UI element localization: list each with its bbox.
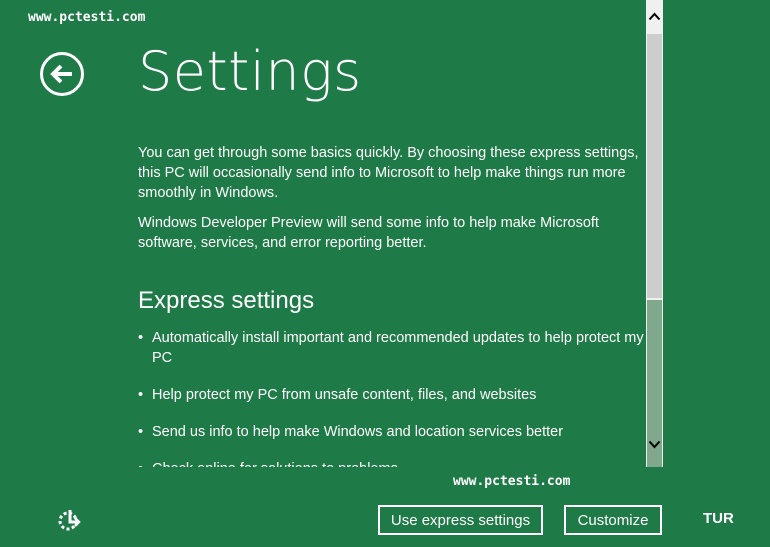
list-item-text: Check online for solutions to problems — [152, 459, 398, 467]
list-item-text: Automatically install important and reco… — [152, 330, 644, 366]
scroll-track[interactable] — [647, 34, 662, 298]
chevron-up-icon — [648, 12, 661, 21]
scroll-down-button[interactable] — [646, 436, 663, 453]
language-indicator[interactable]: TUR — [703, 510, 734, 527]
list-item-text: Send us info to help make Windows and lo… — [152, 424, 564, 440]
list-item-text: Help protect my PC from unsafe content, … — [152, 387, 537, 403]
back-button[interactable] — [40, 52, 84, 96]
list-item: •Check online for solutions to problems — [138, 459, 646, 467]
customize-button[interactable]: Customize — [564, 505, 662, 535]
list-item: • Help protect my PC from unsafe content,… — [138, 387, 537, 403]
intro-paragraph: You can get through some basics quickly.… — [138, 145, 639, 201]
intro-paragraph-2: Windows Developer Preview will send some… — [138, 215, 599, 251]
watermark-top: www.pctesti.com — [28, 10, 146, 25]
page-title: Settings — [138, 40, 362, 103]
watermark-bottom: www.pctesti.com — [453, 474, 571, 489]
express-settings-heading: Express settings — [138, 287, 315, 314]
ease-of-access-button[interactable] — [55, 506, 83, 534]
settings-content: You can get through some basics quickly.… — [0, 130, 646, 467]
scroll-up-button[interactable] — [646, 8, 663, 25]
list-item: • Send us info to help make Windows and l… — [138, 424, 564, 440]
use-express-settings-button[interactable]: Use express settings — [378, 505, 543, 535]
list-item: • Automatically install important and rec… — [138, 328, 646, 368]
chevron-down-icon — [648, 440, 661, 449]
back-arrow-icon — [50, 64, 72, 84]
ease-of-access-icon — [58, 510, 81, 531]
vertical-scrollbar[interactable] — [646, 0, 663, 467]
